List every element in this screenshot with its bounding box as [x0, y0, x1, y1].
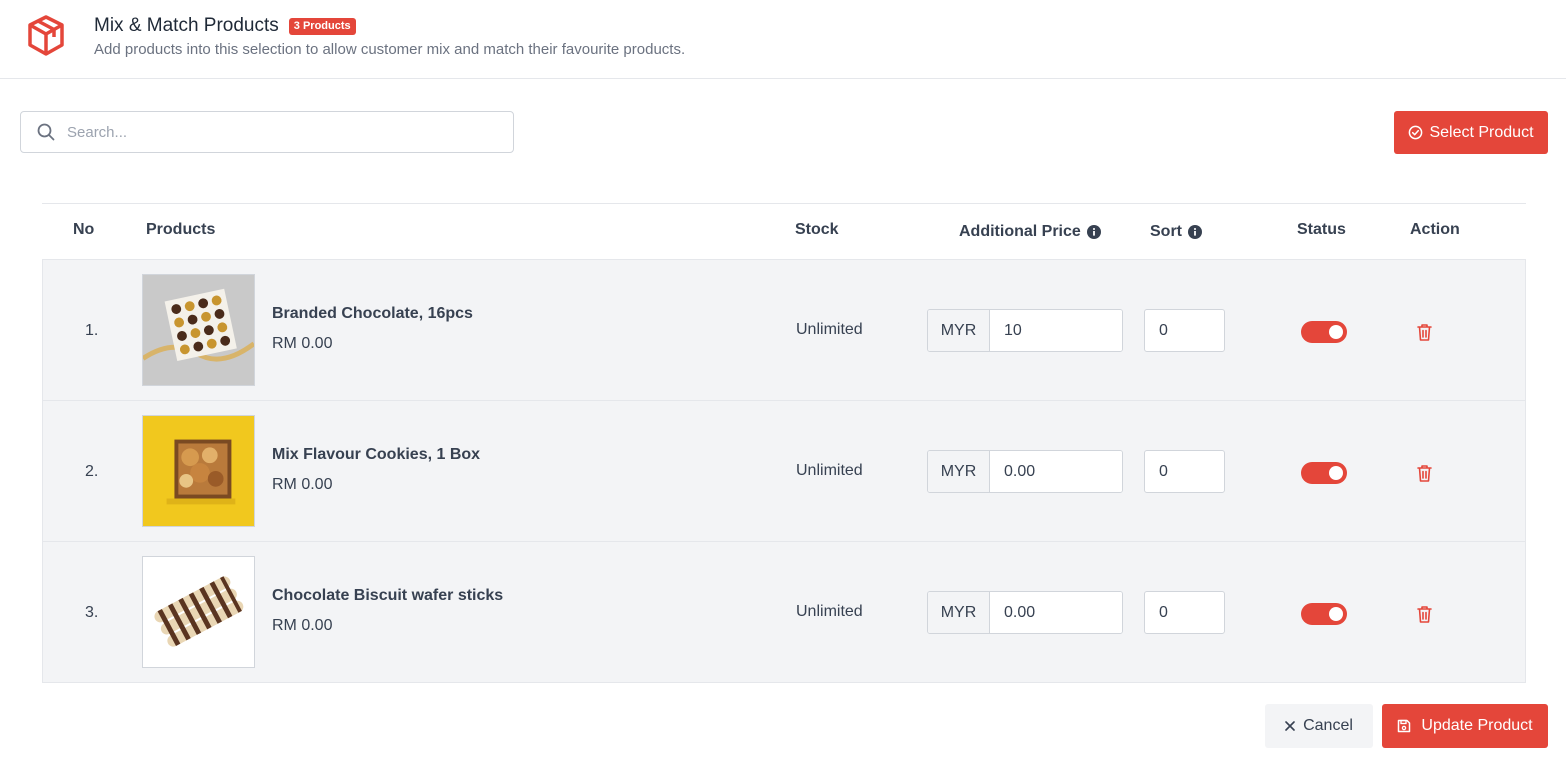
trash-icon[interactable] — [1416, 604, 1433, 624]
column-header-stock-label: Stock — [795, 221, 839, 238]
column-header-products: Products — [146, 221, 215, 239]
select-product-button[interactable]: Select Product — [1394, 111, 1548, 154]
update-product-button[interactable]: Update Product — [1382, 704, 1548, 748]
currency-prefix: MYR — [928, 592, 990, 633]
additional-price-field: MYR — [927, 450, 1123, 493]
status-toggle[interactable] — [1301, 462, 1347, 484]
page-title-text: Mix & Match Products — [94, 15, 279, 36]
column-header-action: Action — [1410, 221, 1460, 239]
status-toggle[interactable] — [1301, 603, 1347, 625]
column-header-no: No — [73, 221, 94, 239]
product-price: RM 0.00 — [272, 617, 333, 634]
info-icon[interactable] — [1188, 225, 1202, 239]
column-header-additional-price-label: Additional Price — [959, 223, 1081, 240]
cancel-button[interactable]: Cancel — [1265, 704, 1373, 748]
row-number: 1. — [85, 322, 99, 339]
toggle-knob — [1329, 607, 1343, 621]
close-icon — [1285, 721, 1295, 731]
product-table-body: 1. Branded Chocolate, 16pcs RM 0.00 Unli… — [42, 259, 1526, 683]
table-divider — [42, 203, 1526, 204]
box-logo-icon — [28, 15, 64, 56]
column-header-additional-price: Additional Price — [959, 223, 1101, 241]
sort-input[interactable] — [1144, 450, 1225, 493]
column-header-action-label: Action — [1410, 221, 1460, 238]
additional-price-input[interactable] — [990, 451, 1122, 492]
row-number: 2. — [85, 463, 99, 480]
stock-value: Unlimited — [796, 462, 863, 479]
column-header-no-label: No — [73, 221, 95, 238]
column-header-status: Status — [1297, 221, 1346, 239]
select-product-label: Select Product — [1429, 123, 1534, 141]
additional-price-input[interactable] — [990, 592, 1122, 633]
stock-value: Unlimited — [796, 321, 863, 338]
product-name: Branded Chocolate, 16pcs — [272, 305, 473, 322]
product-image-wafer-sticks — [142, 556, 255, 668]
column-header-sort-label: Sort — [1150, 223, 1182, 240]
column-header-status-label: Status — [1297, 221, 1346, 238]
product-count-badge: 3 Products — [288, 17, 356, 35]
product-name: Chocolate Biscuit wafer sticks — [272, 587, 504, 604]
table-row: 3. Chocolate Biscuit wafer sticks RM 0.0… — [43, 542, 1525, 682]
stock-value: Unlimited — [796, 603, 863, 620]
product-price: RM 0.00 — [272, 335, 333, 352]
column-header-products-label: Products — [146, 221, 216, 238]
page-header: Mix & Match Products 3 Products Add prod… — [0, 0, 1566, 79]
additional-price-field: MYR — [927, 591, 1123, 634]
product-name: Mix Flavour Cookies, 1 Box — [272, 446, 481, 463]
currency-prefix: MYR — [928, 310, 990, 351]
check-circle-icon — [1409, 125, 1423, 140]
status-toggle[interactable] — [1301, 321, 1347, 343]
search-icon — [37, 123, 55, 141]
trash-icon[interactable] — [1416, 322, 1433, 342]
info-icon[interactable] — [1086, 225, 1101, 239]
sort-input[interactable] — [1144, 309, 1225, 352]
row-number: 3. — [85, 604, 99, 621]
search-box[interactable] — [20, 111, 514, 153]
toggle-knob — [1329, 466, 1343, 480]
page-title: Mix & Match Products 3 Products — [94, 15, 356, 37]
column-header-stock: Stock — [795, 221, 839, 239]
additional-price-input[interactable] — [990, 310, 1122, 351]
toggle-knob — [1329, 325, 1343, 339]
table-row: 1. Branded Chocolate, 16pcs RM 0.00 Unli… — [43, 260, 1525, 401]
product-image-chocolate-box — [142, 274, 255, 386]
search-input[interactable] — [67, 123, 467, 141]
update-product-label: Update Product — [1421, 717, 1533, 734]
trash-icon[interactable] — [1416, 463, 1433, 483]
sort-input[interactable] — [1144, 591, 1225, 634]
cancel-label: Cancel — [1303, 717, 1353, 734]
column-header-sort: Sort — [1150, 223, 1202, 241]
page-subtitle: Add products into this selection to allo… — [94, 41, 686, 58]
product-price: RM 0.00 — [272, 476, 333, 493]
save-icon — [1398, 719, 1411, 733]
currency-prefix: MYR — [928, 451, 990, 492]
product-image-cookies-box — [142, 415, 255, 527]
table-row: 2. Mix Flavour Cookies, 1 Box RM 0.00 Un… — [43, 401, 1525, 542]
additional-price-field: MYR — [927, 309, 1123, 352]
